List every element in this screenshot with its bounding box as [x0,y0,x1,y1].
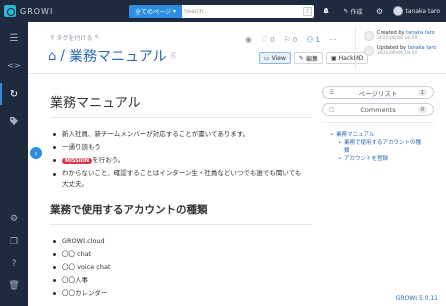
toc-item[interactable]: 業務マニュアル [330,131,434,139]
copy-path-icon[interactable]: ⎘ [171,52,177,61]
wiki-content: 業務マニュアル 新入社員、新チームメンバーが対応することが書いてあります。 一通… [50,82,312,300]
title-separator: / [60,48,65,64]
user-name: tanaka taro [405,7,441,15]
seen-count: 1 [315,36,320,44]
view-mode-buttons: ▭ View ✎ 編集 ▣ HackMD [259,52,369,64]
mission-badge: MISSION [62,158,93,164]
notification-bell-icon[interactable] [315,0,337,22]
search-input[interactable] [183,8,294,15]
tag-placeholder: タグを付ける [56,35,93,42]
brand-name: GROWI [20,6,54,16]
view-button[interactable]: ▭ View [259,52,291,64]
page-list-button[interactable]: ☰ ページリスト 1 [322,86,434,99]
navbar-right: ✎ 作成 ⚙ tanaka taro [315,0,446,22]
heading-2: 業務で使用するアカウントの種類 [50,202,312,225]
tag-icon: ⚲ [50,34,55,41]
list-item: 一通り読もう [50,141,312,154]
search-scope-label: 全てのページ [135,9,171,16]
list-item: MISSION を行おう。 [50,154,312,168]
chevron-down-icon: ▾ [172,8,176,15]
created-date: 2022/06/08 18:50 [377,36,418,41]
updated-info: Updated by tanaka taro 2022/06/08 18:50 [364,45,446,56]
tag-icon[interactable] [0,108,28,134]
list-item: 〇〇カレンダー [50,287,312,300]
search-shortcut-key: / [302,7,312,16]
growi-logo-icon [4,5,16,17]
comments-label: Comments [360,105,396,114]
page-list-label: ページリスト [358,89,398,98]
toc-item[interactable]: アカウントを登録 [338,155,434,163]
list-item-text: を行おう。 [92,156,125,164]
code-icon[interactable]: <> [0,52,28,78]
page-title: ⌂ / 業務マニュアル ⎘ [48,46,176,66]
comments-count: 0 [418,106,427,113]
search-scope-dropdown[interactable]: 全てのページ ▾ [129,5,182,18]
trash-icon[interactable]: 🗑 [0,273,28,299]
created-info: Created by tanaka taro 2022/06/08 18:50 [364,30,446,41]
pencil-icon: ✎ [94,34,100,41]
more-options-icon[interactable]: ⋯ [329,35,337,44]
create-page-button[interactable]: ✎ 作成 [337,7,368,16]
list-item: 新入社員、新チームメンバーが対応することが書いてあります。 [50,128,312,141]
view-icon: ▭ [264,54,270,62]
like-button[interactable]: ♡ 0 [261,35,275,44]
page-title-text[interactable]: 業務マニュアル [69,46,167,66]
top-navbar: GROWI 全てのページ ▾ / ✎ 作成 ⚙ tanaka taro [0,0,446,22]
list-item: 〇〇人事 [50,274,312,287]
list-item: 〇〇 chat [50,248,312,261]
sidebar-collapse-button[interactable]: › [30,147,42,159]
table-of-contents: 業務マニュアル 業務で使用するアカウントの種類 アカウントを登録 [322,122,434,163]
settings-gear-icon[interactable]: ⚙ [369,0,391,22]
create-label: 作成 [350,8,363,16]
avatar [392,6,403,16]
list-item: 〇〇 voice chat [50,261,312,274]
seen-users-button[interactable]: ⚇ 1 [306,35,320,44]
search-form: 全てのページ ▾ / [129,5,314,18]
toc-item[interactable]: 業務で使用するアカウントの種類 [338,139,434,155]
recent-changes-icon[interactable]: ↻ [0,81,28,107]
avatar [364,30,374,41]
bullet-list-2: GROWI.cloud 〇〇 chat 〇〇 voice chat 〇〇人事 〇… [50,235,312,300]
comment-icon: ▢ [329,106,335,113]
author-info: Created by tanaka taro 2022/06/08 18:50 … [355,26,446,70]
bookmark-button[interactable]: ⚐ 0 [284,35,298,44]
brand[interactable]: GROWI [4,5,124,17]
view-label: View [271,54,286,62]
toc-item-text-cont: 類 [344,148,350,154]
bookmark-count: 0 [292,36,298,44]
like-count: 0 [270,36,275,44]
tag-editor[interactable]: ⚲ タグを付ける ✎ [50,33,99,42]
list-icon: ☰ [329,89,335,96]
list-item: GROWI.cloud [50,235,312,248]
hackmd-icon: ▣ [330,54,337,62]
edit-label: 編集 [305,55,318,63]
page-header: ⚲ タグを付ける ✎ ⌂ / 業務マニュアル ⎘ ◉ ♡ 0 ⚐ 0 ⚇ 1 ⋯ ▭ … [28,22,446,74]
right-panel: ☰ ページリスト 1 ▢ Comments 0 業務マニュアル 業務で使用するア… [322,86,434,163]
list-item-text: わからないこと、確認することはインターン生・社員などいつでも誰でも聞いても [62,169,302,177]
user-menu[interactable]: tanaka taro [391,6,446,16]
updated-date: 2022/06/08 18:50 [377,51,418,56]
edit-icon: ✎ [298,54,304,62]
edit-button[interactable]: ✎ 編集 [293,52,323,64]
sidebar: ☰ <> ↻ ⚙ ❐ ? 🗑 [0,22,28,306]
subscribe-eye-icon[interactable]: ◉ [245,35,252,44]
toc-item-text: 業務で使用するアカウントの種 [344,140,422,146]
list-item-text-cont: 大丈夫。 [62,180,88,188]
heading-1: 業務マニュアル [50,92,312,118]
avatar [364,45,374,56]
menu-toggle-icon[interactable]: ☰ [0,25,28,51]
page-list-count: 1 [418,89,427,96]
home-icon[interactable]: ⌂ [48,49,56,64]
bullet-list-1: 新入社員、新チームメンバーが対応することが書いてあります。 一通り読もう MIS… [50,128,312,190]
comments-button[interactable]: ▢ Comments 0 [322,103,434,116]
list-item: わからないこと、確認することはインターン生・社員などいつでも誰でも聞いても 大丈… [50,168,312,190]
pencil-icon: ✎ [343,7,349,15]
search-box: / [181,5,314,18]
page-stats: ◉ ♡ 0 ⚐ 0 ⚇ 1 ⋯ [245,35,337,44]
version-text: GROWI 5.0.11 [395,295,438,302]
version-footer[interactable]: GROWI 5.0.11 [396,295,438,302]
